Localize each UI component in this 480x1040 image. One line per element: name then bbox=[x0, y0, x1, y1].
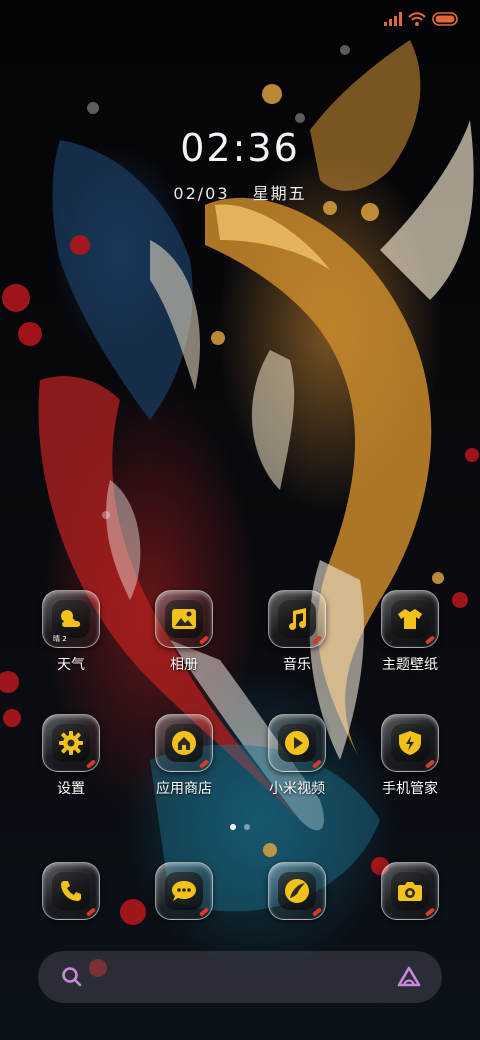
app-label: 手机管家 bbox=[382, 781, 438, 797]
app-label: 相册 bbox=[170, 657, 198, 673]
clock-time[interactable]: 02:36 bbox=[0, 126, 480, 170]
app-label: 应用商店 bbox=[156, 781, 212, 797]
settings-icon bbox=[59, 731, 83, 755]
app-label: 天气 bbox=[57, 657, 85, 673]
accent-mark bbox=[85, 759, 97, 769]
browser-icon bbox=[285, 879, 309, 903]
app-store-icon bbox=[172, 731, 196, 755]
weather-icon bbox=[61, 610, 81, 627]
signal-icon bbox=[384, 12, 402, 26]
dock-phone[interactable] bbox=[21, 862, 121, 920]
theme-icon bbox=[398, 609, 422, 629]
app-label: 主题壁纸 bbox=[382, 657, 438, 673]
music-icon bbox=[289, 608, 307, 630]
app-icon-tile bbox=[268, 590, 326, 648]
app-icon-tile bbox=[381, 590, 439, 648]
weather-badge: 晴 2 bbox=[53, 635, 67, 643]
accent-mark bbox=[424, 907, 436, 917]
app-themes[interactable]: 主题壁纸 bbox=[360, 590, 460, 674]
app-store[interactable]: 应用商店 bbox=[134, 714, 234, 798]
app-icon-tile bbox=[42, 714, 100, 772]
app-label: 设置 bbox=[57, 781, 85, 797]
weekday-text: 星期五 bbox=[252, 184, 307, 203]
wifi-icon bbox=[408, 12, 426, 26]
app-icon-tile bbox=[155, 590, 213, 648]
security-icon bbox=[399, 731, 421, 755]
date-text: 02/03 bbox=[173, 184, 230, 203]
gallery-icon bbox=[172, 609, 196, 629]
accent-mark bbox=[198, 759, 210, 769]
camera-icon bbox=[398, 882, 422, 901]
page-dot bbox=[244, 824, 250, 830]
app-settings[interactable]: 设置 bbox=[21, 714, 121, 798]
app-label: 小米视频 bbox=[269, 781, 325, 797]
app-icon-tile bbox=[155, 714, 213, 772]
page-dot-active bbox=[230, 824, 236, 830]
app-icon-tile bbox=[155, 862, 213, 920]
assistant-icon[interactable] bbox=[396, 965, 422, 989]
app-icon-tile bbox=[381, 862, 439, 920]
dock-browser[interactable] bbox=[247, 862, 347, 920]
app-icon-tile bbox=[268, 714, 326, 772]
app-icon-tile bbox=[268, 862, 326, 920]
phone-icon bbox=[61, 881, 81, 901]
accent-mark bbox=[424, 759, 436, 769]
video-icon bbox=[285, 731, 309, 755]
dock-messages[interactable] bbox=[134, 862, 234, 920]
accent-mark bbox=[85, 907, 97, 917]
search-icon[interactable] bbox=[60, 965, 84, 989]
messages-icon bbox=[172, 881, 196, 901]
app-music[interactable]: 音乐 bbox=[247, 590, 347, 674]
accent-mark bbox=[311, 635, 323, 645]
clock-date[interactable]: 02/03 星期五 bbox=[0, 180, 480, 204]
search-bar[interactable] bbox=[38, 951, 442, 1003]
app-video[interactable]: 小米视频 bbox=[247, 714, 347, 798]
page-indicator[interactable] bbox=[0, 824, 480, 830]
app-gallery[interactable]: 相册 bbox=[134, 590, 234, 674]
app-security[interactable]: 手机管家 bbox=[360, 714, 460, 798]
battery-icon bbox=[432, 12, 458, 26]
app-icon-tile bbox=[42, 862, 100, 920]
accent-mark bbox=[311, 759, 323, 769]
dock-camera[interactable] bbox=[360, 862, 460, 920]
app-weather[interactable]: 晴 2 天气 bbox=[21, 590, 121, 674]
accent-mark bbox=[311, 907, 323, 917]
accent-mark bbox=[198, 635, 210, 645]
app-label: 音乐 bbox=[283, 657, 311, 673]
accent-mark bbox=[424, 635, 436, 645]
accent-mark bbox=[198, 907, 210, 917]
app-icon-tile: 晴 2 bbox=[42, 590, 100, 648]
home-screen: 02:36 02/03 星期五 晴 2 天气 相册 音乐 主题壁纸 设置 应用商… bbox=[0, 0, 480, 1040]
app-icon-tile bbox=[381, 714, 439, 772]
status-bar bbox=[0, 0, 480, 40]
